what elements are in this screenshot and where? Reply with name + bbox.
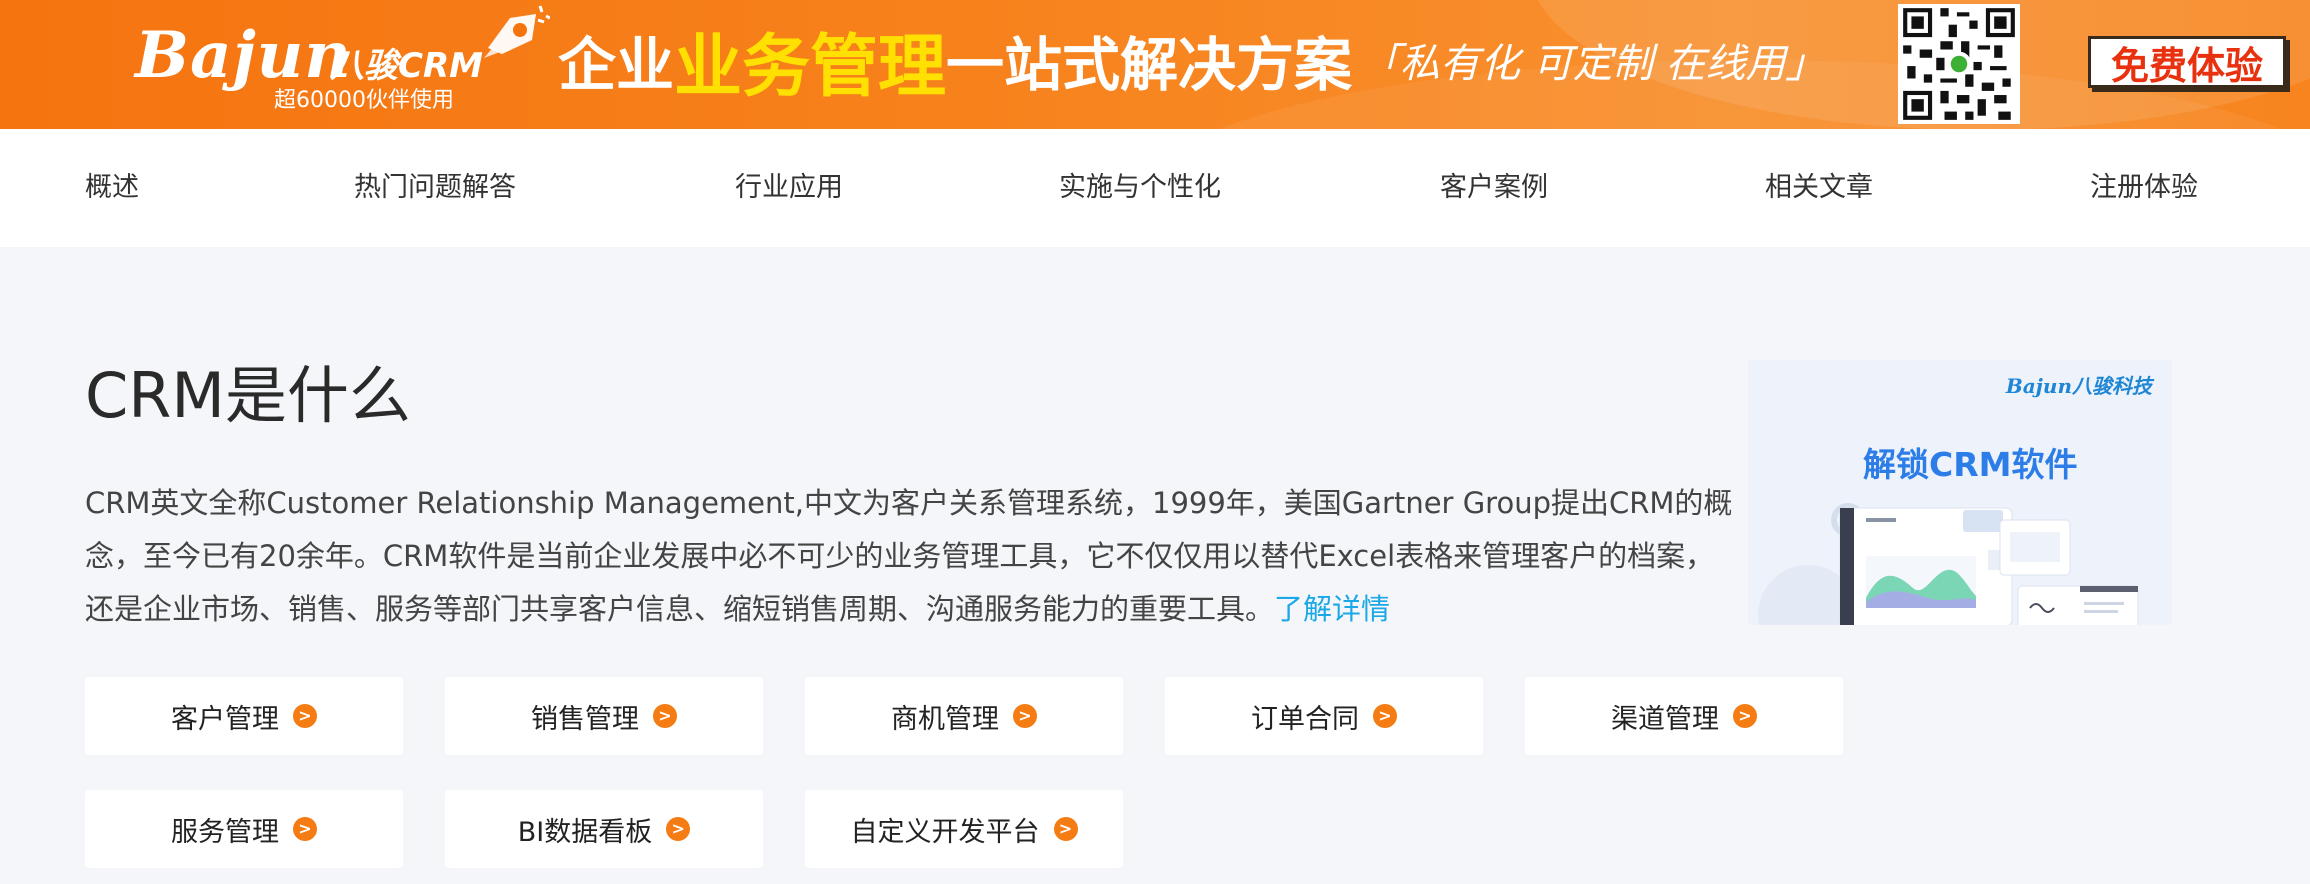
qr-code bbox=[1898, 4, 2020, 124]
free-trial-button[interactable]: 免费体验 bbox=[2088, 36, 2286, 88]
chevron-right-circle-icon: > bbox=[666, 817, 691, 841]
slogan-tag: 「私有化 可定制 在线用」 bbox=[1360, 41, 1826, 87]
chevron-right-circle-icon: > bbox=[1013, 704, 1037, 728]
nav-item-cases[interactable]: 客户案例 bbox=[1440, 129, 1548, 247]
module-label: 客户管理 bbox=[171, 703, 279, 735]
module-custom-dev-platform[interactable]: 自定义开发平台 > bbox=[805, 790, 1123, 868]
chevron-right-circle-icon: > bbox=[293, 817, 317, 841]
chevron-right-circle-icon: > bbox=[653, 704, 677, 728]
learn-more-link[interactable]: 了解详情 bbox=[1274, 592, 1390, 626]
nav-item-faq[interactable]: 热门问题解答 bbox=[354, 129, 516, 247]
module-bi-dashboard[interactable]: BI数据看板 > bbox=[445, 790, 763, 868]
module-label: 自定义开发平台 bbox=[850, 816, 1040, 848]
module-label: 销售管理 bbox=[531, 703, 639, 735]
crm-description: CRM英文全称Customer Relationship Management,… bbox=[85, 477, 1735, 636]
nav-item-industry[interactable]: 行业应用 bbox=[735, 129, 843, 247]
slogan-part1: 企业 bbox=[558, 31, 675, 99]
chevron-right-circle-icon: > bbox=[1733, 704, 1757, 728]
description-text: CRM英文全称Customer Relationship Management,… bbox=[85, 486, 1733, 626]
module-service-management[interactable]: 服务管理 > bbox=[85, 790, 403, 868]
promo-image: Bajun八骏科技 解锁CRM软件 bbox=[1748, 360, 2172, 625]
nav-item-articles[interactable]: 相关文章 bbox=[1765, 129, 1873, 247]
nav-item-overview[interactable]: 概述 bbox=[85, 129, 139, 247]
logo-cn: 八骏CRM bbox=[330, 46, 483, 86]
slogan-highlight: 业务管理 bbox=[674, 27, 947, 107]
rocket-icon bbox=[484, 5, 550, 58]
nav-item-implementation[interactable]: 实施与个性化 bbox=[1059, 129, 1221, 247]
module-channel-management[interactable]: 渠道管理 > bbox=[1525, 677, 1843, 755]
module-label: BI数据看板 bbox=[517, 816, 653, 848]
module-customer-management[interactable]: 客户管理 > bbox=[85, 677, 403, 755]
slogan-part2: 一站式解决方案 bbox=[946, 31, 1353, 99]
promo-banner[interactable]: Bajun 八骏CRM 超60000伙伴使用 企业 业务管理 一站式解决方案 「… bbox=[0, 0, 2310, 129]
module-label: 渠道管理 bbox=[1611, 703, 1719, 735]
nav-item-register[interactable]: 注册体验 bbox=[2090, 129, 2198, 247]
chevron-right-circle-icon: > bbox=[1373, 704, 1397, 728]
module-label: 商机管理 bbox=[891, 703, 999, 735]
module-sales-management[interactable]: 销售管理 > bbox=[445, 677, 763, 755]
module-order-contract[interactable]: 订单合同 > bbox=[1165, 677, 1483, 755]
module-label: 订单合同 bbox=[1251, 703, 1359, 735]
promo-illustration bbox=[1758, 503, 2139, 625]
module-label: 服务管理 bbox=[171, 816, 279, 848]
logo-subtitle: 超60000伙伴使用 bbox=[274, 88, 454, 113]
section-nav: 概述 热门问题解答 行业应用 实施与个性化 客户案例 相关文章 注册体验 bbox=[0, 129, 2310, 247]
banner-slogan: 企业 业务管理 一站式解决方案 「私有化 可定制 在线用」 bbox=[558, 20, 1826, 107]
chevron-right-circle-icon: > bbox=[1053, 817, 1078, 841]
page-title: CRM是什么 bbox=[85, 359, 411, 432]
module-list: 客户管理 > 销售管理 > 商机管理 > 订单合同 > 渠道管理 > 服务管理 … bbox=[85, 677, 1885, 868]
chevron-right-circle-icon: > bbox=[293, 704, 317, 728]
module-opportunity-management[interactable]: 商机管理 > bbox=[805, 677, 1123, 755]
